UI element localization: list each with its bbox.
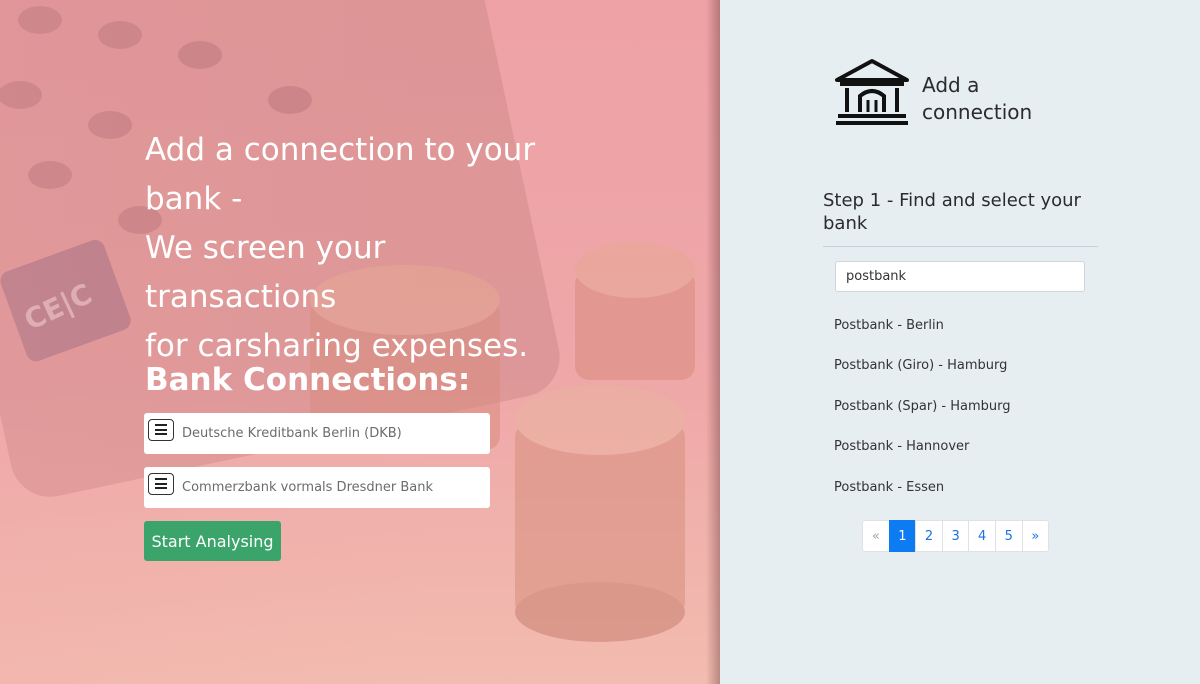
headline-line: Add a connection to your: [145, 132, 536, 168]
add-connection-panel: Add a connection Step 1 - Find and selec…: [720, 0, 1200, 684]
pagination-page-4[interactable]: 4: [968, 520, 996, 552]
connection-label: Deutsche Kreditbank Berlin (DKB): [182, 426, 402, 441]
bank-result-item[interactable]: Postbank - Berlin: [834, 316, 1011, 356]
step-title: Step 1 - Find and select your bank: [823, 190, 1081, 234]
bank-results-list: Postbank - Berlin Postbank (Giro) - Hamb…: [834, 316, 1011, 518]
bank-result-item[interactable]: Postbank - Essen: [834, 478, 1011, 518]
pagination-next[interactable]: »: [1021, 520, 1050, 552]
panel-title-line: Add a: [922, 73, 980, 97]
menu-icon[interactable]: [148, 472, 174, 495]
bank-connections-title: Bank Connections:: [145, 362, 471, 398]
pagination: « 1 2 3 4 5 »: [862, 520, 1050, 552]
pagination-prev[interactable]: «: [862, 520, 890, 552]
bank-result-item[interactable]: Postbank - Hannover: [834, 437, 1011, 477]
pagination-page-3[interactable]: 3: [941, 520, 970, 552]
menu-icon[interactable]: [148, 418, 174, 441]
divider: [823, 246, 1098, 247]
pagination-page-2[interactable]: 2: [915, 520, 943, 552]
panel-title-line: connection: [922, 100, 1033, 124]
headline-line: bank -: [145, 181, 243, 217]
pagination-page-5[interactable]: 5: [994, 520, 1023, 552]
panel-title: Add a connection: [922, 72, 1032, 126]
start-analysing-button[interactable]: Start Analysing: [144, 521, 281, 561]
hero-headline: Add a connection to your bank - We scree…: [145, 126, 585, 371]
headline-line: We screen your transactions: [145, 230, 386, 315]
bank-result-item[interactable]: Postbank (Giro) - Hamburg: [834, 356, 1011, 396]
connection-item-commerzbank: Commerzbank vormals Dresdner Bank: [144, 467, 490, 508]
hero-panel: CE|C Add a connection to your bank - We …: [0, 0, 720, 684]
connection-label: Commerzbank vormals Dresdner Bank: [182, 480, 434, 495]
bank-building-icon: [835, 59, 909, 125]
pagination-page-1[interactable]: 1: [888, 520, 917, 552]
connection-item-dkb: Deutsche Kreditbank Berlin (DKB): [144, 413, 490, 454]
bank-result-item[interactable]: Postbank (Spar) - Hamburg: [834, 397, 1011, 437]
bank-search-input[interactable]: [835, 261, 1085, 292]
